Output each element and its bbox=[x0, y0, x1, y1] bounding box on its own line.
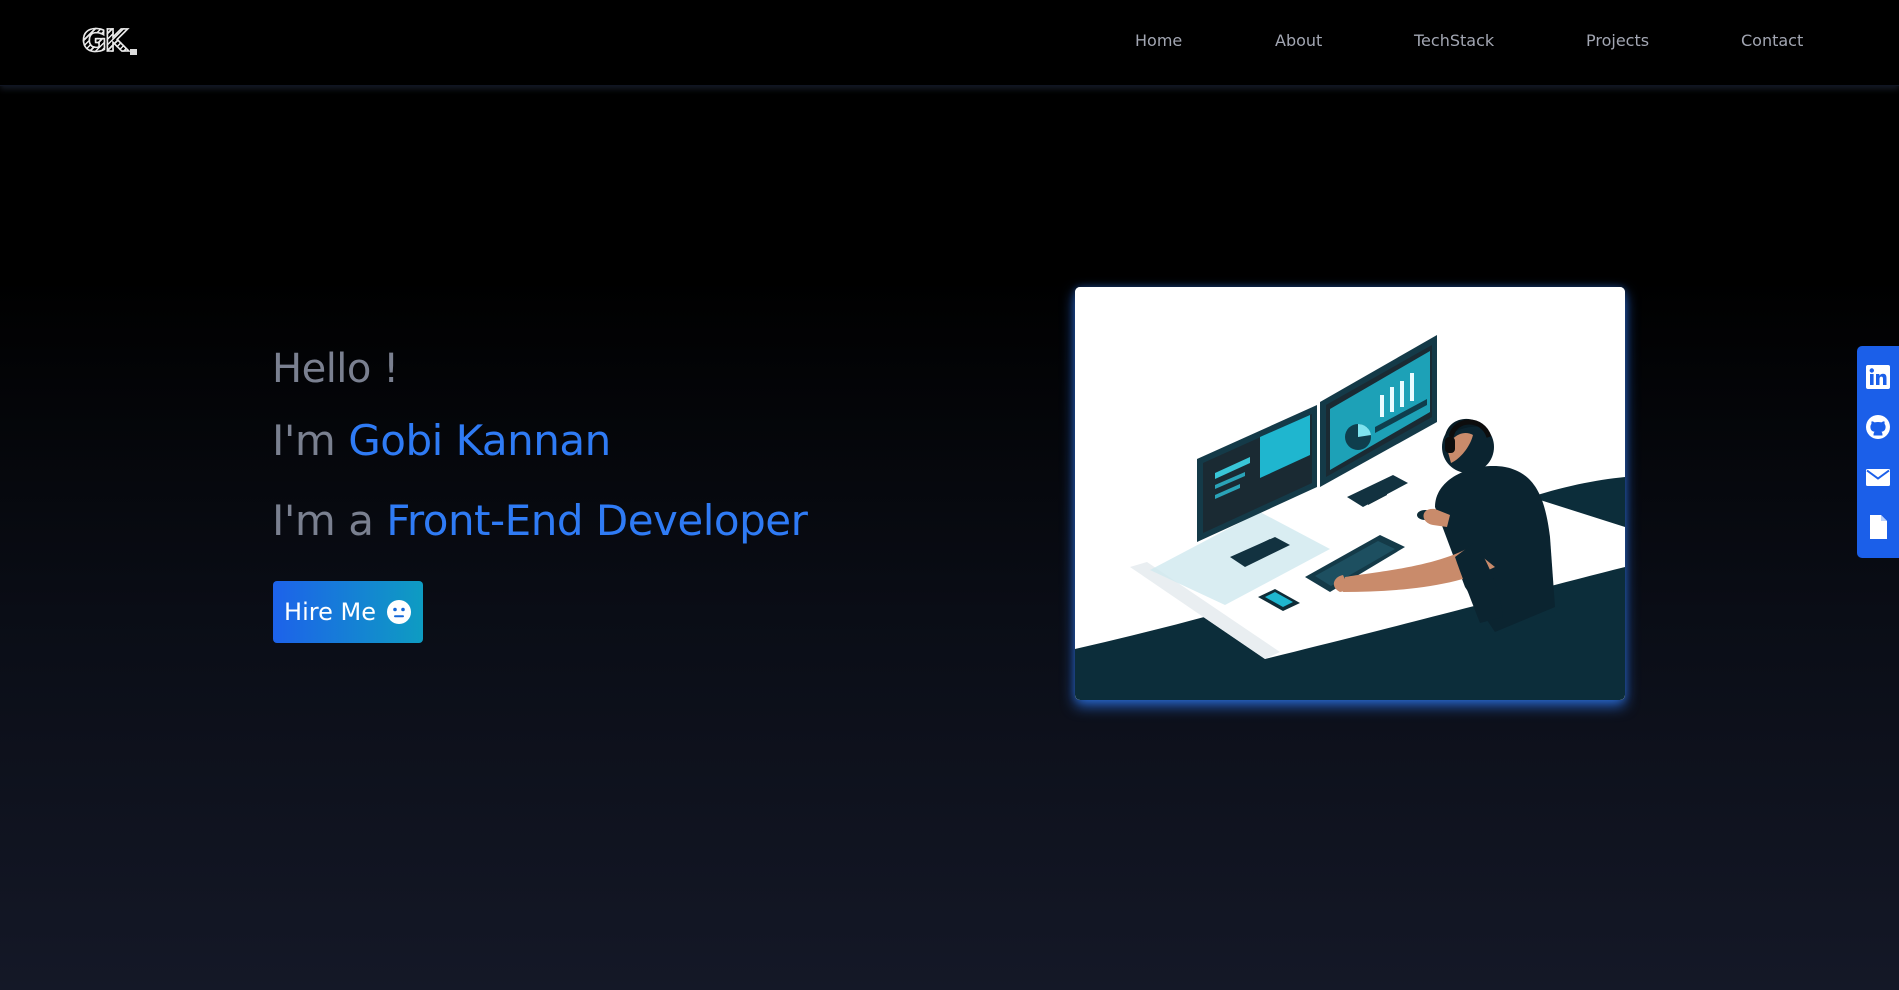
github-icon[interactable] bbox=[1864, 413, 1892, 441]
developer-illustration bbox=[1075, 287, 1625, 700]
nav-link-techstack[interactable]: TechStack bbox=[1414, 31, 1494, 50]
nav-link-home[interactable]: Home bbox=[1135, 31, 1182, 50]
resume-document-icon[interactable] bbox=[1864, 513, 1892, 541]
greeting: Hello ! bbox=[272, 346, 399, 392]
logo-dot bbox=[129, 49, 137, 55]
developer-name: Gobi Kannan bbox=[348, 416, 611, 465]
role-prefix: I'm a bbox=[272, 496, 387, 545]
logo[interactable]: GK bbox=[81, 23, 137, 60]
email-icon[interactable] bbox=[1864, 463, 1892, 491]
hire-me-button[interactable]: Hire Me bbox=[273, 581, 423, 643]
nav-link-about[interactable]: About bbox=[1275, 31, 1322, 50]
navbar: GK Home About TechStack Projects Contact bbox=[0, 0, 1899, 86]
nav-link-contact[interactable]: Contact bbox=[1741, 31, 1803, 50]
hire-me-label: Hire Me bbox=[284, 598, 376, 626]
logo-text: GK bbox=[81, 23, 128, 60]
hero-illustration-card bbox=[1075, 287, 1625, 700]
role-heading: I'm a Front-End Developer bbox=[272, 496, 808, 545]
nav-link-projects[interactable]: Projects bbox=[1586, 31, 1649, 50]
name-prefix: I'm bbox=[272, 416, 349, 465]
social-sidebar bbox=[1857, 346, 1899, 558]
name-heading: I'm Gobi Kannan bbox=[272, 416, 611, 465]
linkedin-icon[interactable] bbox=[1864, 363, 1892, 391]
neutral-face-icon bbox=[386, 600, 411, 624]
developer-role: Front-End Developer bbox=[386, 496, 808, 545]
